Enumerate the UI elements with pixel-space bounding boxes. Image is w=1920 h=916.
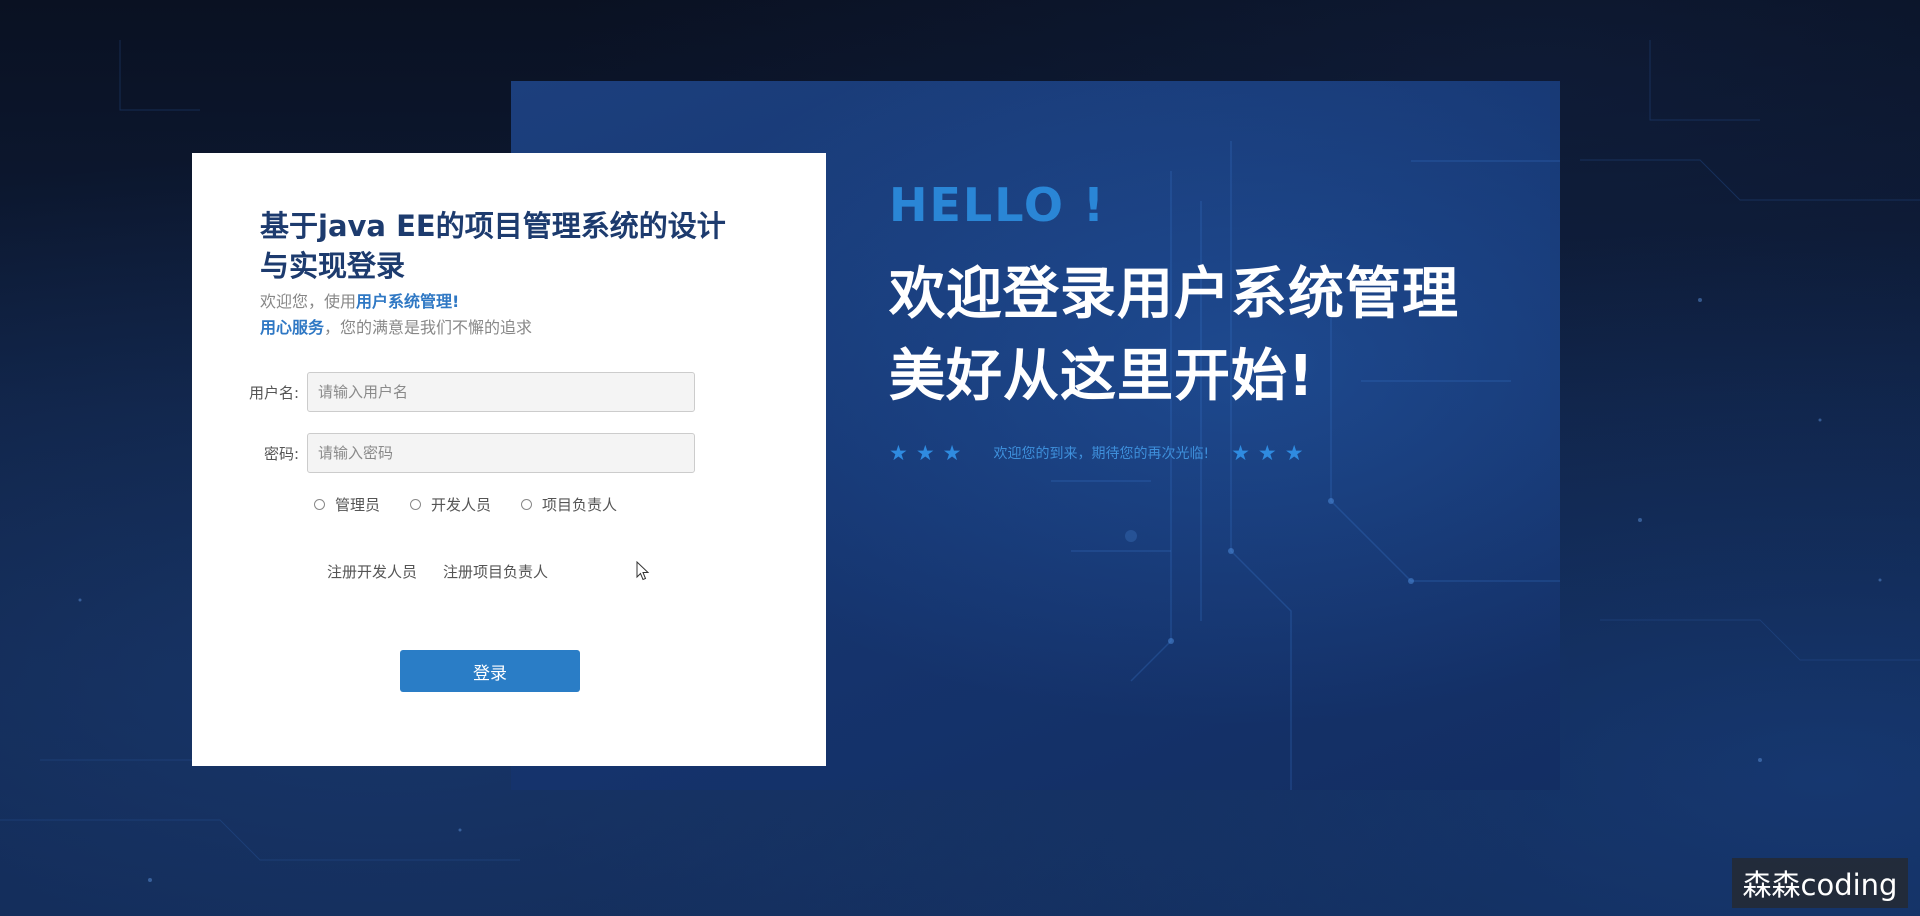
username-row: 用户名: bbox=[192, 372, 826, 412]
radio-icon[interactable] bbox=[521, 499, 533, 510]
service-suffix: ，您的满意是我们不懈的追求 bbox=[324, 318, 533, 337]
hero-tagline: ★★★ 欢迎您的到来，期待您的再次光临! ★★★ bbox=[889, 441, 1312, 465]
service-line: 用心服务，您的满意是我们不懈的追求 bbox=[260, 315, 532, 341]
radio-icon[interactable] bbox=[410, 499, 422, 510]
stars-right-icon: ★★★ bbox=[1231, 441, 1312, 465]
tagline-text: 欢迎您的到来，期待您的再次光临! bbox=[993, 446, 1210, 462]
password-row: 密码: bbox=[192, 433, 826, 473]
role-radio-group: 管理员 开发人员 项目负责人 bbox=[314, 494, 647, 515]
register-developer-link[interactable]: 注册开发人员 bbox=[327, 561, 417, 582]
username-label: 用户名: bbox=[248, 383, 299, 402]
mouse-cursor-icon bbox=[636, 561, 650, 581]
hello-heading: HELLO ! bbox=[889, 178, 1107, 232]
login-title: 基于java EE的项目管理系统的设计与实现登录 bbox=[260, 209, 726, 283]
password-label: 密码: bbox=[263, 444, 299, 463]
role-option-admin[interactable]: 管理员 bbox=[314, 494, 380, 515]
role-option-project-lead[interactable]: 项目负责人 bbox=[521, 494, 617, 515]
welcome-prefix: 欢迎您，使用 bbox=[260, 292, 357, 311]
welcome-highlight: 用户系统管理! bbox=[356, 292, 460, 311]
register-links: 注册开发人员 注册项目负责人 bbox=[327, 561, 574, 582]
register-manager-link[interactable]: 注册项目负责人 bbox=[443, 561, 548, 582]
watermark-label: 森森coding bbox=[1732, 858, 1908, 908]
role-label: 管理员 bbox=[335, 496, 381, 514]
role-label: 项目负责人 bbox=[542, 496, 618, 514]
hero-headline-line2: 美好从这里开始! bbox=[889, 344, 1315, 409]
welcome-line: 欢迎您，使用用户系统管理! bbox=[260, 289, 532, 315]
welcome-text: 欢迎您，使用用户系统管理! 用心服务，您的满意是我们不懈的追求 bbox=[260, 289, 532, 341]
service-highlight: 用心服务 bbox=[260, 318, 325, 337]
username-input[interactable] bbox=[307, 372, 695, 412]
password-input[interactable] bbox=[307, 433, 695, 473]
radio-icon[interactable] bbox=[314, 499, 325, 510]
role-label: 开发人员 bbox=[431, 496, 492, 514]
hero-headline-line1: 欢迎登录用户系统管理 bbox=[889, 262, 1459, 327]
stars-left-icon: ★★★ bbox=[889, 441, 970, 465]
login-card: 基于java EE的项目管理系统的设计与实现登录 欢迎您，使用用户系统管理! 用… bbox=[192, 153, 826, 766]
login-button[interactable]: 登录 bbox=[400, 650, 580, 692]
role-option-developer[interactable]: 开发人员 bbox=[410, 494, 491, 515]
